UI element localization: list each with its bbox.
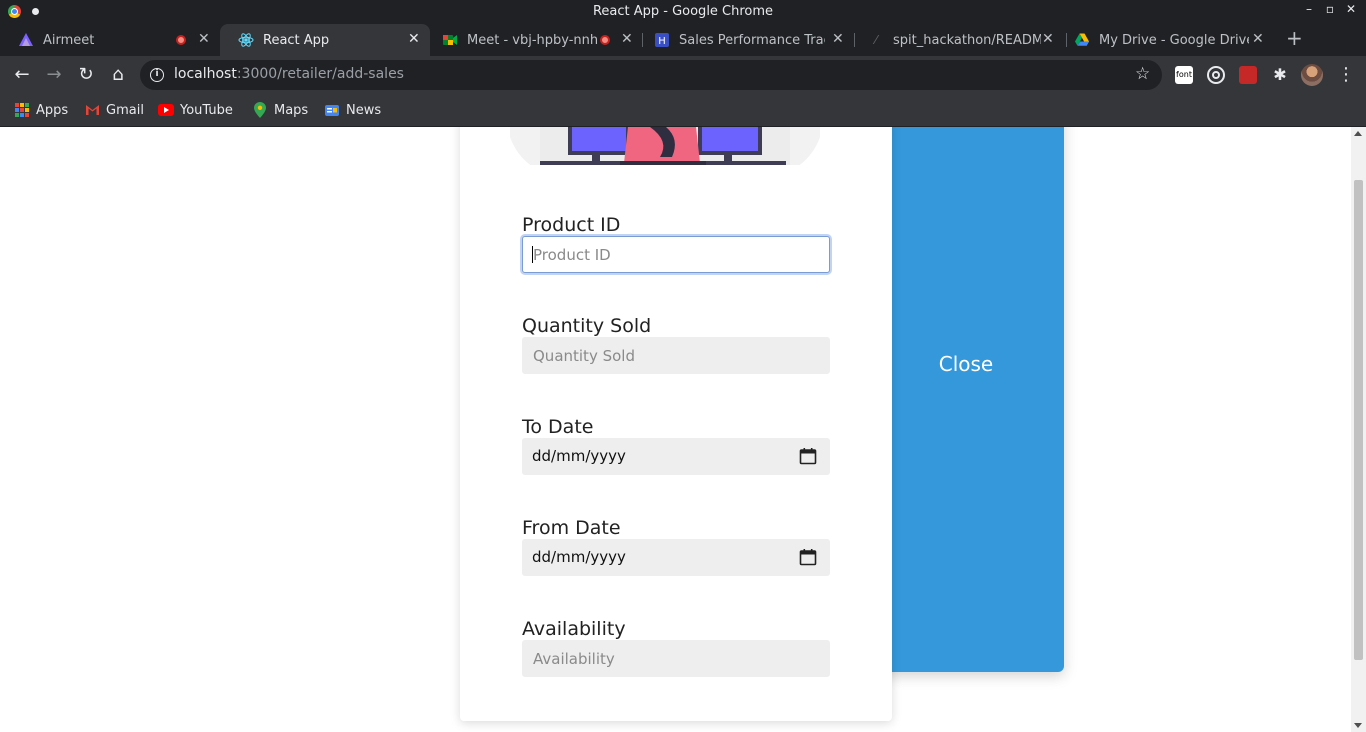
bookmark-news[interactable]: News — [324, 100, 381, 120]
to-date-value: dd/mm/yyyy — [532, 447, 626, 465]
bookmark-label: Maps — [274, 102, 309, 118]
product-id-label: Product ID — [522, 214, 621, 236]
page-viewport: Close Product ID Quantity Sold To Date d… — [0, 127, 1366, 732]
home-button[interactable]: ⌂ — [107, 64, 129, 86]
bookmark-youtube[interactable]: YouTube — [158, 100, 233, 120]
quantity-sold-input[interactable] — [522, 337, 830, 374]
tab-label: Sales Performance Track — [679, 32, 825, 48]
profile-avatar[interactable] — [1301, 64, 1323, 86]
tab-label: React App — [263, 32, 330, 48]
react-icon — [238, 32, 254, 48]
tab-label: Meet - vbj-hpby-nnh — [467, 32, 599, 48]
product-id-input[interactable] — [522, 236, 830, 273]
availability-label: Availability — [522, 618, 626, 640]
to-date-label: To Date — [522, 416, 594, 438]
recording-indicator-icon — [176, 35, 186, 45]
tab-strip: Airmeet ✕ React App ✕ Meet - vbj-hpby-nn… — [0, 24, 1366, 56]
close-button[interactable]: Close — [868, 352, 1064, 376]
text-caret — [532, 246, 533, 263]
bookmark-label: News — [346, 102, 382, 118]
drive-icon — [1074, 32, 1090, 48]
from-date-label: From Date — [522, 517, 621, 539]
window-title: React App - Google Chrome — [592, 4, 774, 19]
tab-sales-performance[interactable]: H Sales Performance Track ✕ — [636, 24, 854, 56]
calendar-icon[interactable] — [799, 548, 817, 566]
back-button[interactable]: ← — [11, 64, 33, 86]
close-tab-icon[interactable]: ✕ — [621, 31, 633, 47]
bookmarks-bar: Apps Gmail YouTube Maps News — [0, 94, 1366, 127]
close-tab-icon[interactable]: ✕ — [198, 31, 210, 47]
target-extension-icon[interactable] — [1207, 66, 1225, 84]
tab-meet[interactable]: Meet - vbj-hpby-nnh ✕ — [424, 24, 642, 56]
bookmark-apps[interactable]: Apps — [14, 100, 68, 120]
site-info-icon[interactable]: i — [150, 68, 164, 82]
close-tab-icon[interactable]: ✕ — [832, 31, 844, 47]
address-bar[interactable]: i localhost:3000/retailer/add-sales — [140, 60, 1162, 90]
close-tab-icon[interactable]: ✕ — [1252, 31, 1264, 47]
url-text: localhost:3000/retailer/add-sales — [174, 66, 404, 82]
scroll-up-arrow-icon[interactable] — [1354, 131, 1362, 136]
recording-indicator-icon — [600, 35, 610, 45]
close-tab-icon[interactable]: ✕ — [1042, 31, 1054, 47]
svg-text:H: H — [658, 36, 666, 47]
tab-label: spit_hackathon/READMI — [893, 32, 1041, 48]
tab-react-app[interactable]: React App ✕ — [220, 24, 430, 56]
youtube-icon — [158, 102, 174, 118]
tab-google-drive[interactable]: My Drive - Google Drive ✕ — [1056, 24, 1274, 56]
to-date-input[interactable]: dd/mm/yyyy — [522, 438, 830, 475]
window-titlebar: React App - Google Chrome – ▫ ✕ — [0, 0, 1366, 24]
desk-illustration-image — [510, 127, 820, 165]
forward-button[interactable]: → — [43, 64, 65, 86]
tab-airmeet[interactable]: Airmeet ✕ — [0, 24, 218, 56]
page-scrollbar[interactable] — [1351, 127, 1366, 732]
font-extension-icon[interactable]: font — [1175, 66, 1193, 84]
apps-grid-icon — [14, 102, 30, 118]
tab-label: Airmeet — [43, 32, 95, 48]
github-icon: ⁄ — [874, 33, 877, 47]
browser-toolbar: ← → ↻ ⌂ i localhost:3000/retailer/add-sa… — [0, 56, 1366, 94]
red-extension-icon[interactable] — [1239, 66, 1257, 84]
tab-github-readme[interactable]: ⁄ spit_hackathon/READMI ✕ — [850, 24, 1068, 56]
maximize-window-button[interactable]: ▫ — [1320, 2, 1340, 16]
reload-button[interactable]: ↻ — [75, 64, 97, 86]
bookmark-label: Apps — [36, 102, 69, 118]
bookmark-label: YouTube — [180, 102, 233, 118]
close-window-button[interactable]: ✕ — [1341, 2, 1361, 16]
side-panel: Close — [868, 127, 1064, 672]
doc-icon: H — [654, 32, 670, 48]
quantity-sold-label: Quantity Sold — [522, 315, 652, 337]
bookmark-gmail[interactable]: Gmail — [84, 100, 144, 120]
availability-input[interactable] — [522, 640, 830, 677]
tab-label: My Drive - Google Drive — [1099, 32, 1249, 48]
from-date-value: dd/mm/yyyy — [532, 548, 626, 566]
news-icon — [324, 102, 340, 118]
new-tab-button[interactable]: + — [1286, 26, 1303, 50]
from-date-input[interactable]: dd/mm/yyyy — [522, 539, 830, 576]
chrome-menu-icon[interactable]: ⋮ — [1337, 64, 1355, 86]
bookmark-maps[interactable]: Maps — [252, 100, 308, 120]
calendar-icon[interactable] — [799, 447, 817, 465]
scroll-down-arrow-icon[interactable] — [1354, 723, 1362, 728]
bookmark-label: Gmail — [106, 102, 144, 118]
scrollbar-thumb[interactable] — [1354, 180, 1363, 660]
close-tab-icon[interactable]: ✕ — [408, 31, 420, 47]
gmail-icon — [84, 102, 100, 118]
airmeet-icon — [18, 32, 34, 48]
minimize-window-button[interactable]: – — [1299, 2, 1319, 16]
bookmark-star-icon[interactable]: ☆ — [1135, 66, 1150, 83]
extensions-puzzle-icon[interactable]: ✱ — [1271, 66, 1289, 84]
maps-icon — [252, 102, 268, 118]
add-sales-form-card: Product ID Quantity Sold To Date dd/mm/y… — [460, 127, 892, 721]
meet-icon — [442, 32, 458, 48]
